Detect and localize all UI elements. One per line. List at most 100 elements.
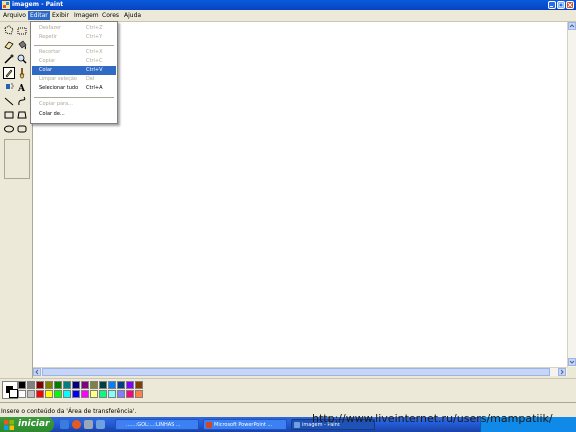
minimize-button[interactable] xyxy=(548,1,556,9)
menu-cores[interactable]: Cores xyxy=(100,11,121,20)
palette-swatch[interactable] xyxy=(90,390,98,398)
palette-swatch[interactable] xyxy=(135,390,143,398)
palette-swatch[interactable] xyxy=(81,381,89,389)
line-icon[interactable] xyxy=(3,95,15,107)
palette-swatch[interactable] xyxy=(63,381,71,389)
rounded-rectangle-icon[interactable] xyxy=(16,123,28,135)
palette-swatch[interactable] xyxy=(72,390,80,398)
tool-options-box[interactable] xyxy=(4,139,30,179)
pencil-icon[interactable] xyxy=(3,67,15,79)
desktop-icon[interactable] xyxy=(60,420,69,429)
menu-item-limpar-selecao[interactable]: Limpar seleção Del xyxy=(32,75,116,84)
arrow-up-icon xyxy=(569,24,575,28)
palette-swatch[interactable] xyxy=(126,390,134,398)
menu-item-repetir[interactable]: Repetir Ctrl+Y xyxy=(32,33,116,42)
menu-exibir[interactable]: Exibir xyxy=(50,11,71,20)
palette-swatch[interactable] xyxy=(27,381,35,389)
status-text: Insere o conteúdo da 'Área de transferên… xyxy=(1,408,137,415)
palette-swatch[interactable] xyxy=(36,390,44,398)
scroll-thumb[interactable] xyxy=(42,368,550,376)
scroll-up-button[interactable] xyxy=(568,22,576,30)
menu-item-shortcut: Ctrl+V xyxy=(86,67,103,73)
menu-item-colar-de[interactable]: Colar de... xyxy=(32,110,116,119)
start-button[interactable]: iniciar xyxy=(0,417,54,432)
resize-corner xyxy=(567,367,576,376)
color-picker-icon[interactable] xyxy=(3,53,15,65)
palette-swatch[interactable] xyxy=(36,381,44,389)
minimize-icon xyxy=(550,6,553,7)
palette-swatch[interactable] xyxy=(108,381,116,389)
palette-swatch[interactable] xyxy=(126,381,134,389)
menu-item-recortar[interactable]: Recortar Ctrl+X xyxy=(32,48,116,57)
menu-item-shortcut: Ctrl+X xyxy=(86,49,103,55)
vertical-scrollbar[interactable] xyxy=(567,22,576,367)
palette-swatch[interactable] xyxy=(72,381,80,389)
paint-icon xyxy=(294,422,300,428)
menu-item-label: Selecionar tudo xyxy=(39,85,79,91)
fill-icon[interactable] xyxy=(16,39,28,51)
svg-text:A: A xyxy=(17,84,26,93)
menu-item-selecionar-tudo[interactable]: Selecionar tudo Ctrl+A xyxy=(32,84,116,93)
menu-item-copiar[interactable]: Copiar Ctrl+C xyxy=(32,57,116,66)
palette-swatch[interactable] xyxy=(54,390,62,398)
eraser-icon[interactable] xyxy=(3,39,15,51)
close-button[interactable] xyxy=(566,1,574,9)
menu-arquivo[interactable]: Arquivo xyxy=(1,11,28,20)
menu-item-label: Repetir xyxy=(39,34,57,40)
watermark-url: http://www.liveinternet.ru/users/mampati… xyxy=(312,412,553,425)
menu-item-copiar-para[interactable]: Copiar para... xyxy=(32,100,116,109)
palette-swatch[interactable] xyxy=(108,390,116,398)
browser-icon[interactable] xyxy=(72,420,81,429)
palette-swatch[interactable] xyxy=(18,390,26,398)
edit-menu: Desfazer Ctrl+Z Repetir Ctrl+Y Recortar Ctr… xyxy=(30,21,118,124)
palette-swatch[interactable] xyxy=(63,390,71,398)
menu-ajuda[interactable]: Ajuda xyxy=(122,11,143,20)
scroll-right-button[interactable] xyxy=(558,368,566,376)
palette-swatch[interactable] xyxy=(117,381,125,389)
taskbar-button-powerpoint[interactable]: Microsoft PowerPoint ... xyxy=(203,419,287,430)
palette-swatch[interactable] xyxy=(99,381,107,389)
free-form-select-icon[interactable] xyxy=(3,25,15,37)
menu-item-shortcut: Ctrl+Y xyxy=(86,34,103,40)
arrow-left-icon xyxy=(35,369,39,375)
menu-imagem[interactable]: Imagem xyxy=(72,11,101,20)
media-icon[interactable] xyxy=(96,420,105,429)
menu-editar[interactable]: Editar xyxy=(28,11,50,20)
current-colors[interactable] xyxy=(2,381,18,399)
palette-swatch[interactable] xyxy=(81,390,89,398)
maximize-button[interactable] xyxy=(557,1,565,9)
horizontal-scrollbar[interactable] xyxy=(33,367,567,376)
airbrush-icon[interactable] xyxy=(3,81,15,93)
arrow-down-icon xyxy=(569,360,575,364)
magnifier-icon[interactable] xyxy=(16,53,28,65)
brush-icon[interactable] xyxy=(16,67,28,79)
palette-swatch[interactable] xyxy=(135,381,143,389)
polygon-icon[interactable] xyxy=(16,109,28,121)
scroll-left-button[interactable] xyxy=(33,368,41,376)
palette-swatch[interactable] xyxy=(27,390,35,398)
taskbar-button-label: Microsoft PowerPoint ... xyxy=(214,422,273,428)
palette-swatch[interactable] xyxy=(117,390,125,398)
palette-swatch[interactable] xyxy=(45,381,53,389)
scroll-down-button[interactable] xyxy=(568,358,576,366)
close-icon xyxy=(567,2,573,8)
start-label: iniciar xyxy=(18,419,50,429)
menu-item-desfazer[interactable]: Desfazer Ctrl+Z xyxy=(32,24,116,33)
palette-swatch[interactable] xyxy=(18,381,26,389)
taskbar-button-gol[interactable]: ......:GOL:...:LINHAS ... xyxy=(115,419,199,430)
ellipse-icon[interactable] xyxy=(3,123,15,135)
rectangle-icon[interactable] xyxy=(3,109,15,121)
folder-icon[interactable] xyxy=(84,420,93,429)
menu-item-colar[interactable]: Colar Ctrl+V xyxy=(32,66,116,75)
text-icon[interactable]: A xyxy=(16,81,28,93)
palette-swatch[interactable] xyxy=(90,381,98,389)
menu-separator xyxy=(34,97,114,98)
curve-icon[interactable] xyxy=(16,95,28,107)
palette-swatch[interactable] xyxy=(45,390,53,398)
select-icon[interactable] xyxy=(16,25,28,37)
menu-separator xyxy=(34,45,114,46)
palette-swatch[interactable] xyxy=(99,390,107,398)
menu-item-label: Colar xyxy=(39,67,53,73)
menu-item-label: Colar de... xyxy=(39,111,65,117)
palette-swatch[interactable] xyxy=(54,381,62,389)
